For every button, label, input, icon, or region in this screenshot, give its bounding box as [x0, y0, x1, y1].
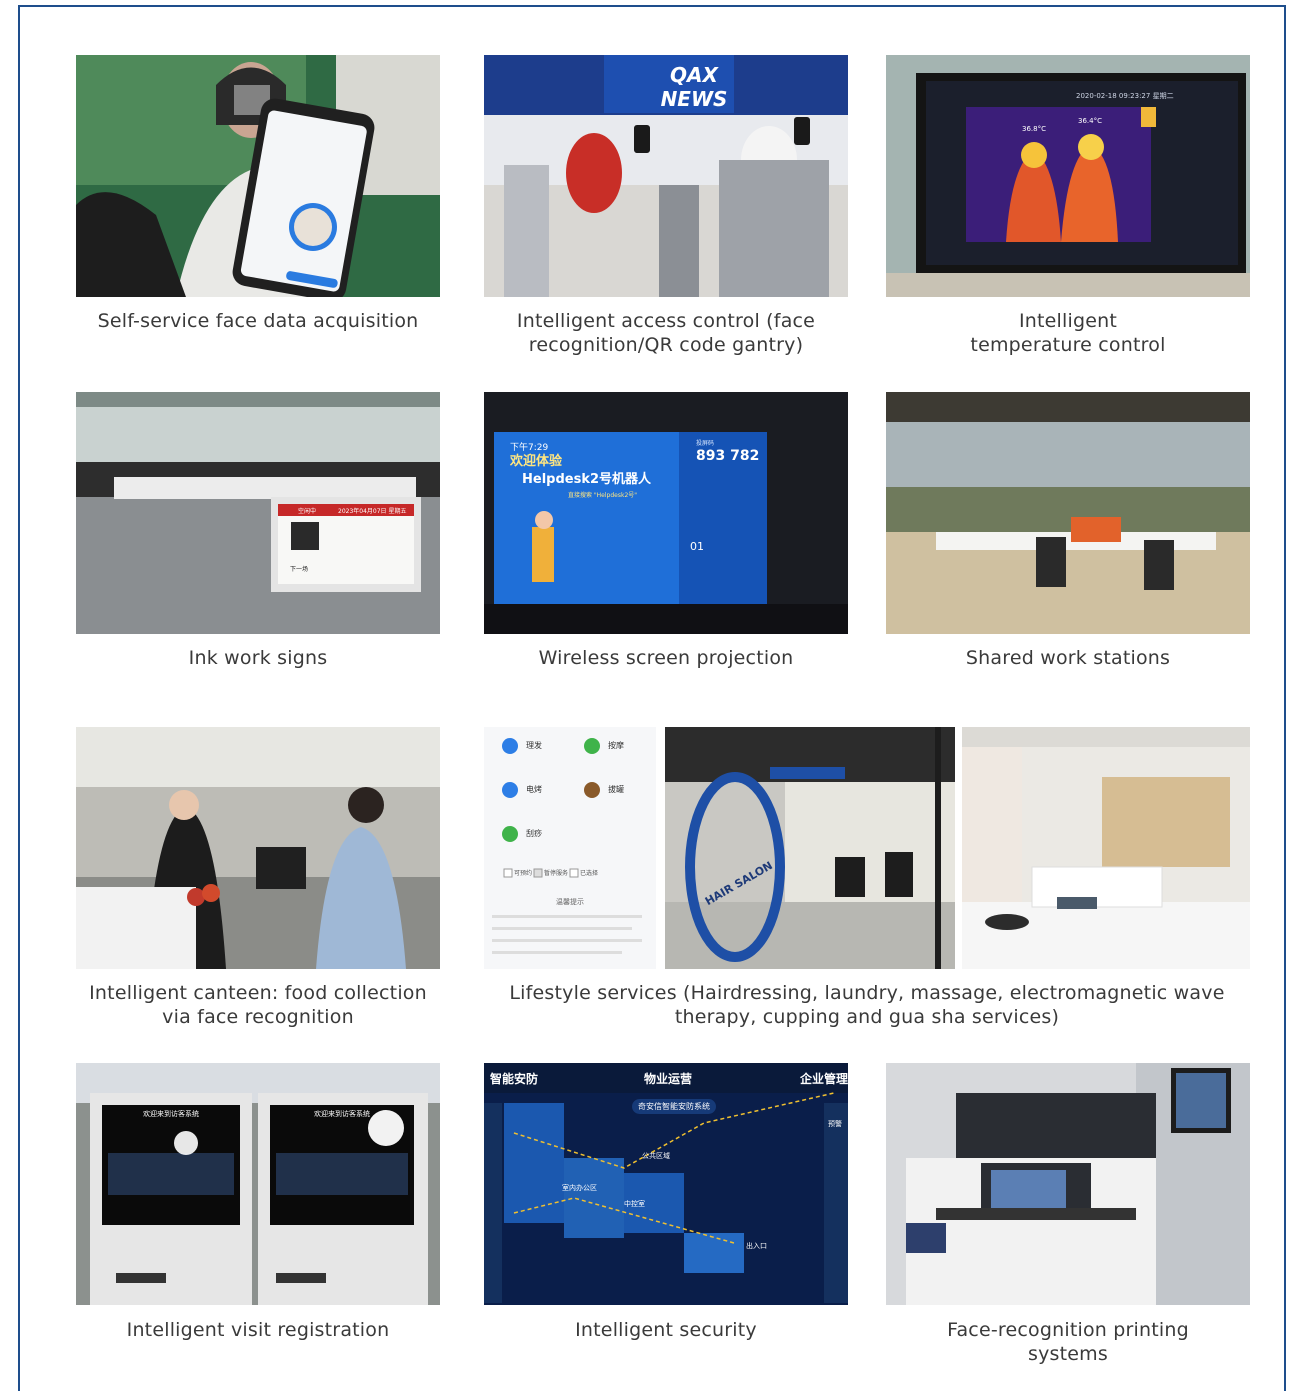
lifestyle-menu-0: 理发 [526, 741, 542, 750]
printing-photo [886, 1063, 1250, 1305]
projection-title: Helpdesk2号机器人 [522, 472, 652, 487]
lifestyle-app-screenshot: 理发 按摩 电烤 拔罐 刮痧 可预约 暂停服务 已选择 温馨提示 [484, 727, 656, 969]
thermal-timestamp: 2020-02-18 09:23:27 星期二 [1076, 92, 1174, 100]
news-sign-text: QAX NEWS [660, 63, 728, 111]
screen-projection-photo: 下午7:29 欢迎体验 Helpdesk2号机器人 直接搜索 "Helpdesk… [484, 392, 848, 634]
security-system-label: 奇安信智能安防系统 [632, 1099, 716, 1114]
caption-printing: Face-recognition printing systems [886, 1318, 1250, 1366]
temperature-photo: 2020-02-18 09:23:27 星期二 36.8°C 36.4°C [886, 55, 1250, 297]
lifestyle-legend-1: 暂停服务 [544, 870, 569, 877]
caption-shared-stations: Shared work stations [965, 647, 1171, 669]
security-label-entrance: 出入口 [746, 1242, 767, 1250]
caption-temperature-text: Intelligent temperature control [970, 310, 1166, 356]
lifestyle-menu-4: 刮痧 [526, 829, 542, 838]
lifestyle-legend-0: 可预约 [514, 870, 533, 877]
projection-welcome: 欢迎体验 [510, 454, 563, 469]
ink-sign-next: 下一场 [290, 566, 309, 573]
caption-printing-text: Face-recognition printing systems [947, 1319, 1189, 1365]
caption-canteen: Intelligent canteen: food collection via… [89, 982, 427, 1028]
caption-visit-registration: Intelligent visit registration [126, 1319, 390, 1341]
hair-salon-photo: HAIR SALON [665, 727, 955, 969]
security-label-public: 公共区域 [642, 1152, 670, 1160]
lifestyle-notice-title: 温馨提示 [556, 898, 584, 906]
projection-code-label: 投屏码 [696, 440, 715, 447]
security-label-control: 中控室 [624, 1200, 645, 1208]
thermal-temp-1: 36.8°C [1022, 125, 1046, 133]
access-control-photo: QAX NEWS [484, 55, 848, 297]
caption-access-control: Intelligent access control (face recogni… [516, 310, 816, 356]
face-acquisition-photo [76, 55, 440, 297]
security-label-office: 室内办公区 [562, 1184, 597, 1192]
canteen-photo [76, 727, 440, 969]
visit-registration-photo: 欢迎来到访客系统 欢迎来到访客系统 [76, 1063, 440, 1305]
lifestyle-menu-2: 电烤 [526, 785, 542, 794]
thermal-temp-2: 36.4°C [1078, 117, 1102, 125]
ink-sign-status: 空闲中 [298, 508, 317, 515]
security-photo: 智能安防 物业运营 企业管理 奇安信智能安防系统 公共区域 室内办公区 中控室 … [484, 1063, 848, 1305]
projection-code: 893 782 [696, 448, 760, 464]
lifestyle-menu-3: 拔罐 [608, 785, 624, 794]
caption-face-acquisition: Self-service face data acquisition [97, 310, 419, 332]
kiosk-banner-right: 欢迎来到访客系统 [314, 1110, 370, 1118]
massage-room-photo [962, 727, 1250, 969]
caption-temperature: Intelligent temperature control [886, 309, 1250, 357]
projection-search: 直接搜索 "Helpdesk2号" [568, 492, 638, 499]
caption-ink-signs: Ink work signs [188, 647, 328, 669]
projection-day: 01 [690, 540, 704, 553]
security-tab-0: 智能安防 [490, 1072, 539, 1086]
ink-signs-photo: 空闲中 2023年04月07日 星期五 下一场 [76, 392, 440, 634]
lifestyle-menu-1: 按摩 [608, 741, 624, 750]
shared-stations-photo [886, 392, 1250, 634]
lifestyle-legend-2: 已选择 [580, 870, 599, 877]
caption-lifestyle: Lifestyle services (Hairdressing, laundr… [509, 982, 1225, 1028]
security-label-alert: 预警 [828, 1120, 842, 1128]
kiosk-banner-left: 欢迎来到访客系统 [143, 1110, 199, 1118]
security-tab-1: 物业运营 [644, 1072, 693, 1086]
caption-security: Intelligent security [575, 1319, 757, 1341]
security-tab-2: 企业管理 [800, 1072, 848, 1086]
ink-sign-date: 2023年04月07日 星期五 [338, 508, 407, 515]
caption-screen-projection: Wireless screen projection [538, 647, 794, 669]
